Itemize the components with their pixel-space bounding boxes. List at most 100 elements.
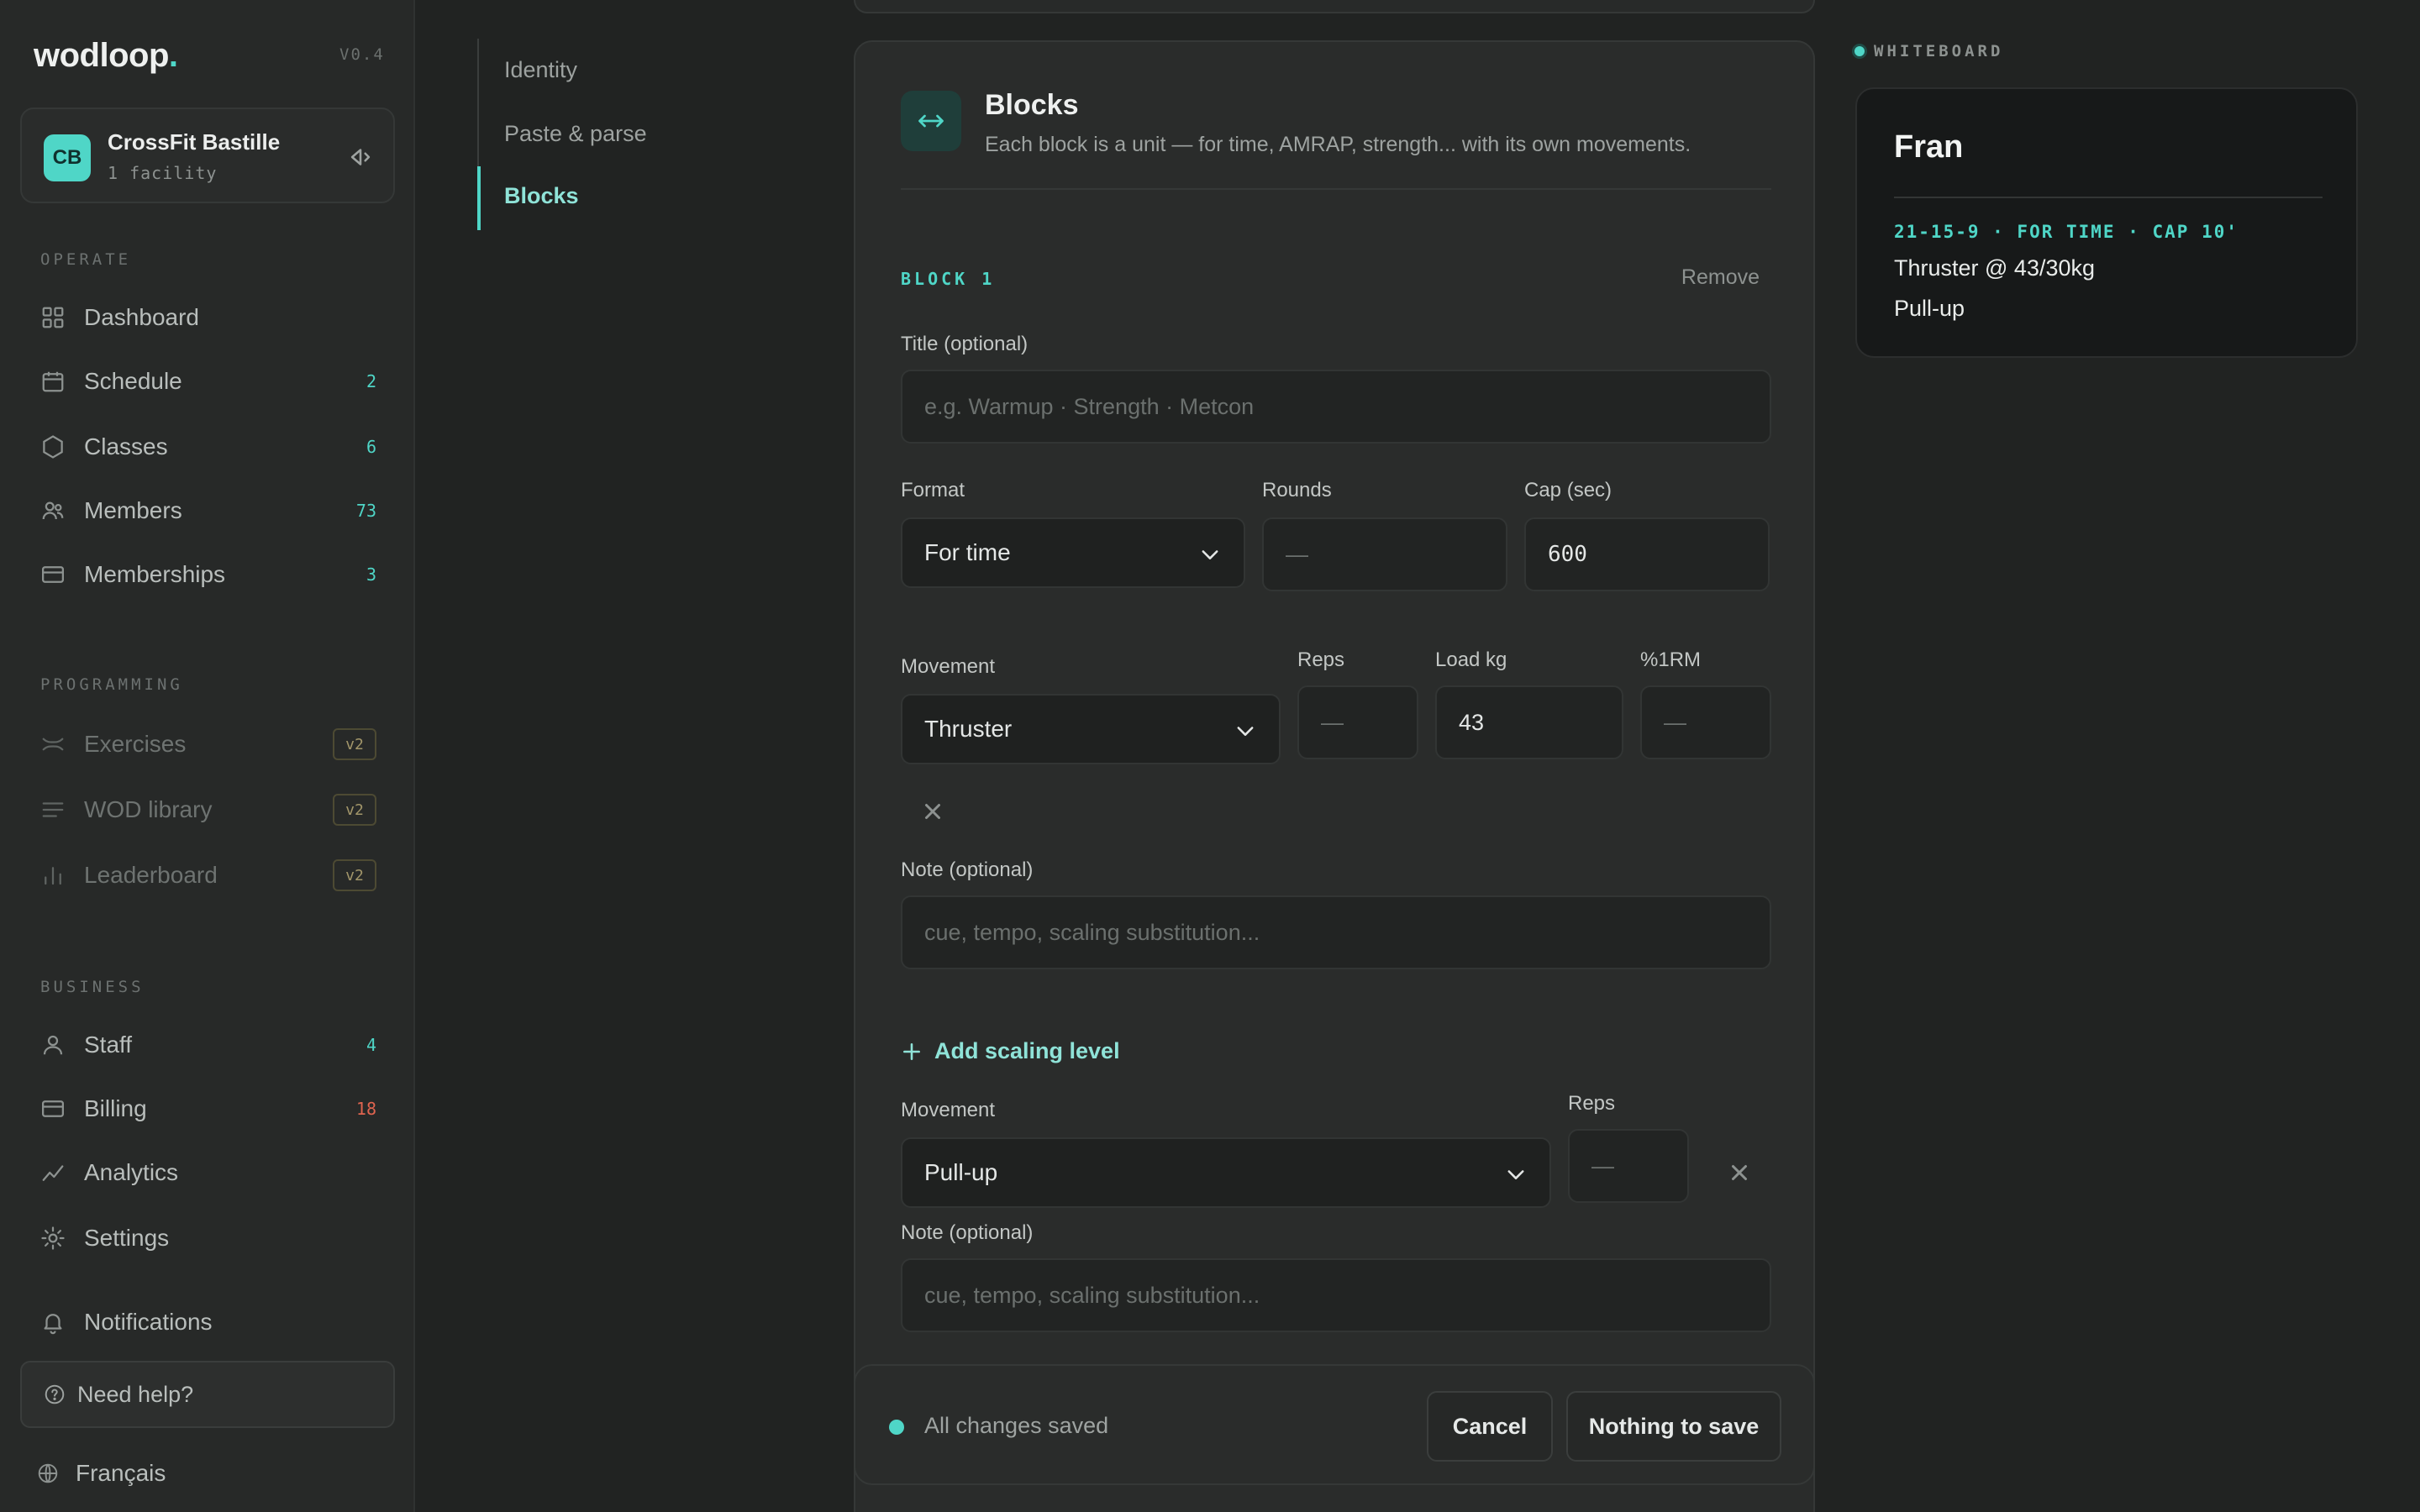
note-label: Note (optional) <box>901 1221 1034 1244</box>
live-dot <box>1852 44 1867 59</box>
sidebar-item-analytics[interactable]: Analytics <box>40 1149 376 1196</box>
add-scaling-label: Add scaling level <box>934 1038 1120 1063</box>
note-input-2[interactable]: cue, tempo, scaling substitution... <box>901 1258 1771 1332</box>
movement-label: Movement <box>901 1099 996 1121</box>
sidebar-item-dashboard[interactable]: Dashboard <box>40 294 376 341</box>
version-badge: v2 <box>333 794 376 826</box>
close-icon[interactable] <box>918 796 948 827</box>
load-input-1[interactable]: 43 <box>1435 685 1623 759</box>
wod-meta: 21-15-9 · FOR TIME · CAP 10' <box>1894 222 2239 242</box>
dumbbell-icon <box>42 738 64 751</box>
status-dot <box>889 1420 904 1435</box>
sidebar-item-label: Analytics <box>84 1159 179 1185</box>
version-badge: v2 <box>333 859 376 891</box>
blocks-icon-badge <box>901 91 961 151</box>
count-badge: 73 <box>355 501 376 521</box>
remove-block-button[interactable]: Remove <box>1681 265 1760 290</box>
sidebar: wodloop. V0.4 CB CrossFit Bastille 1 fac… <box>0 0 415 1512</box>
rm-input-1[interactable]: — <box>1640 685 1771 759</box>
language-switcher[interactable]: Français <box>37 1450 373 1497</box>
sidebar-item-settings[interactable]: Settings <box>40 1215 376 1262</box>
facility-avatar: CB <box>44 134 91 181</box>
note-input-1[interactable]: cue, tempo, scaling substitution... <box>901 895 1771 969</box>
gear-icon <box>41 1226 65 1250</box>
sidebar-item-wod-library[interactable]: WOD library v2 <box>40 786 376 833</box>
wod-title: Fran <box>1894 129 1964 165</box>
wod-line: Thruster @ 43/30kg <box>1894 255 2096 281</box>
cap-input[interactable]: 600 <box>1524 517 1770 591</box>
sidebar-item-billing[interactable]: Billing 18 <box>40 1085 376 1132</box>
add-scaling-level-button[interactable]: Add scaling level <box>901 1038 1120 1064</box>
facility-switcher[interactable]: CB CrossFit Bastille 1 facility <box>20 108 395 203</box>
sidebar-item-label: Dashboard <box>84 304 199 330</box>
format-value: For time <box>924 539 1011 565</box>
rounds-input[interactable]: — <box>1262 517 1507 591</box>
wod-line: Pull-up <box>1894 296 1965 321</box>
sidebar-item-label: Leaderboard <box>84 862 218 888</box>
sidebar-item-staff[interactable]: Staff 4 <box>40 1021 376 1068</box>
section-nav: Identity Paste & parse Blocks <box>477 39 687 230</box>
brand-logo[interactable]: wodloop. <box>34 37 178 75</box>
count-badge: 6 <box>366 437 376 457</box>
format-label: Format <box>901 479 965 501</box>
sidebar-item-label: Billing <box>84 1095 147 1121</box>
movement-select-1[interactable]: Thruster <box>901 694 1281 764</box>
active-indicator <box>477 166 481 230</box>
sidebar-item-memberships[interactable]: Memberships 3 <box>40 551 376 598</box>
whiteboard-header: WHITEBOARD <box>1852 42 2003 60</box>
sidebar-item-schedule[interactable]: Schedule 2 <box>40 358 376 405</box>
panel-switch-icon[interactable] <box>346 143 375 171</box>
section-nav-identity[interactable]: Identity <box>504 57 577 83</box>
sidebar-item-members[interactable]: Members 73 <box>40 487 376 534</box>
user-icon <box>43 1035 63 1055</box>
reps-input-1[interactable]: — <box>1297 685 1418 759</box>
card-icon <box>42 566 64 583</box>
count-badge: 3 <box>366 564 376 585</box>
movement-value: Thruster <box>924 716 1013 742</box>
hexagon-icon <box>43 435 63 459</box>
facility-subtitle: 1 facility <box>108 163 218 183</box>
brand-dot: . <box>168 37 178 74</box>
sidebar-item-exercises[interactable]: Exercises v2 <box>40 721 376 768</box>
rm-label: %1RM <box>1640 648 1702 671</box>
rounds-label: Rounds <box>1262 479 1332 501</box>
list-icon <box>42 802 64 817</box>
reps-label: Reps <box>1297 648 1345 671</box>
block-title-input[interactable]: e.g. Warmup · Strength · Metcon <box>901 370 1771 444</box>
load-label: Load kg <box>1435 648 1507 671</box>
sidebar-item-leaderboard[interactable]: Leaderboard v2 <box>40 852 376 899</box>
calendar-icon <box>42 371 64 392</box>
version-badge: v2 <box>333 728 376 760</box>
card-title: Blocks <box>985 89 1079 121</box>
cancel-button[interactable]: Cancel <box>1427 1391 1553 1462</box>
section-nav-blocks[interactable]: Blocks <box>504 183 579 209</box>
reps-label: Reps <box>1568 1092 1616 1115</box>
divider <box>901 188 1771 190</box>
reps-input-2[interactable]: — <box>1568 1129 1689 1203</box>
grid-icon <box>42 307 64 328</box>
sidebar-item-label: Exercises <box>84 731 187 757</box>
section-nav-paste-parse[interactable]: Paste & parse <box>504 121 647 147</box>
language-label: Français <box>76 1460 166 1486</box>
divider <box>1894 197 2323 198</box>
brand-name: wodloop <box>34 37 169 74</box>
sidebar-item-label: Memberships <box>84 561 226 587</box>
close-icon[interactable] <box>1724 1158 1754 1188</box>
chevron-down-icon <box>1507 1170 1524 1179</box>
movement-select-2[interactable]: Pull-up <box>901 1137 1551 1208</box>
sidebar-item-notifications[interactable]: Notifications <box>40 1299 376 1346</box>
whiteboard-preview: Fran 21-15-9 · FOR TIME · CAP 10' Thrust… <box>1855 87 2358 358</box>
block-label: BLOCK 1 <box>901 269 996 289</box>
sidebar-item-label: Schedule <box>84 368 182 394</box>
sidebar-item-classes[interactable]: Classes 6 <box>40 423 376 470</box>
sidebar-item-label: Settings <box>84 1225 170 1251</box>
help-button[interactable]: Need help? <box>20 1361 395 1428</box>
format-select[interactable]: For time <box>901 517 1245 588</box>
save-bar: All changes saved Cancel Nothing to save <box>854 1364 1815 1485</box>
section-label-programming: PROGRAMMING <box>40 675 183 694</box>
note-label: Note (optional) <box>901 858 1034 881</box>
sidebar-item-label: Classes <box>84 433 168 459</box>
card-description: Each block is a unit — for time, AMRAP, … <box>985 133 1691 156</box>
movement-value: Pull-up <box>924 1159 998 1185</box>
save-button[interactable]: Nothing to save <box>1566 1391 1781 1462</box>
